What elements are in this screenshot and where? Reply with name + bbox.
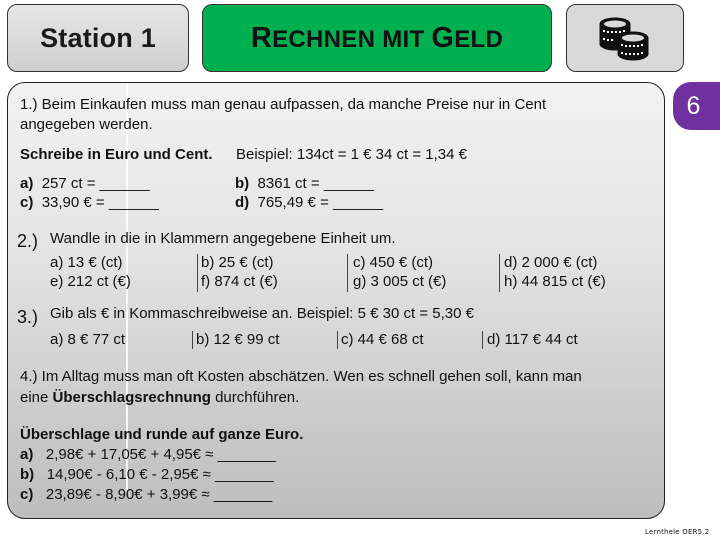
task2-item-g: g) 3 005 ct (€) xyxy=(353,273,447,290)
task2-item-b: b) 25 € (ct) xyxy=(201,254,274,271)
coins-icon xyxy=(599,17,649,61)
task1-intro-line2: angegeben werden. xyxy=(20,116,153,133)
task4-intro-line1: 4.) Im Alltag muss man oft Kosten abschä… xyxy=(20,368,582,385)
task-panel: 1.) Beim Einkaufen muss man genau aufpas… xyxy=(7,82,665,519)
station-number-badge: 6 xyxy=(673,82,720,130)
column-divider xyxy=(347,254,348,292)
task3-instruction: Gib als € in Kommaschreibweise an. Beisp… xyxy=(50,305,474,322)
task2-item-c: c) 450 € (ct) xyxy=(353,254,434,271)
task4-instruction: Überschlage und runde auf ganze Euro. xyxy=(20,426,304,443)
title-box: RECHNEN MIT GELD xyxy=(202,4,552,72)
footer-label: Lernthele OER5.2 xyxy=(645,528,710,536)
task1-intro-line1: 1.) Beim Einkaufen muss man genau aufpas… xyxy=(20,96,547,113)
task4-intro-line2: eine Überschlagsrechnung durchführen. xyxy=(20,389,300,406)
task1-instruction: Schreibe in Euro und Cent. xyxy=(20,146,213,163)
task3-number: 3.) xyxy=(17,307,39,327)
task2-item-e: e) 212 ct (€) xyxy=(50,273,131,290)
task2-item-d: d) 2 000 € (ct) xyxy=(504,254,598,271)
task1-example: Beispiel: 134ct = 1 € 34 ct = 1,34 € xyxy=(236,146,467,163)
task4-item-b: b) 14,90€ - 6,10 € - 2,95€ ≈ _______ xyxy=(20,466,274,483)
column-divider xyxy=(482,331,483,349)
task2-instruction: Wandle in die in Klammern angegebene Ein… xyxy=(50,230,396,247)
task2-item-f: f) 874 ct (€) xyxy=(201,273,278,290)
task3-item-b: b) 12 € 99 ct xyxy=(196,331,280,348)
task1-item-c: c) 33,90 € = ______ xyxy=(20,194,159,211)
task2-item-a: a) 13 € (ct) xyxy=(50,254,123,271)
task3-item-d: d) 117 € 44 ct xyxy=(487,331,578,348)
page-title: RECHNEN MIT GELD xyxy=(250,21,504,54)
task1-item-b: b) 8361 ct = ______ xyxy=(235,175,374,192)
task2-item-h: h) 44 815 ct (€) xyxy=(504,273,606,290)
icon-box xyxy=(566,4,684,72)
task1-item-d: d) 765,49 € = ______ xyxy=(235,194,384,211)
task4-item-c: c) 23,89€ - 8,90€ + 3,99€ ≈ _______ xyxy=(20,486,273,503)
column-divider xyxy=(197,254,198,292)
task3-item-a: a) 8 € 77 ct xyxy=(50,331,126,348)
task4-item-a: a) 2,98€ + 17,05€ + 4,95€ ≈ _______ xyxy=(20,446,276,463)
column-divider xyxy=(337,331,338,349)
task2-number: 2.) xyxy=(17,231,39,251)
task3-item-c: c) 44 € 68 ct xyxy=(341,331,424,348)
column-divider xyxy=(499,254,500,292)
station-label-box: Station 1 xyxy=(7,4,189,72)
column-divider xyxy=(192,331,193,349)
task1-item-a: a) 257 ct = ______ xyxy=(20,175,150,192)
station-label: Station 1 xyxy=(40,22,156,53)
